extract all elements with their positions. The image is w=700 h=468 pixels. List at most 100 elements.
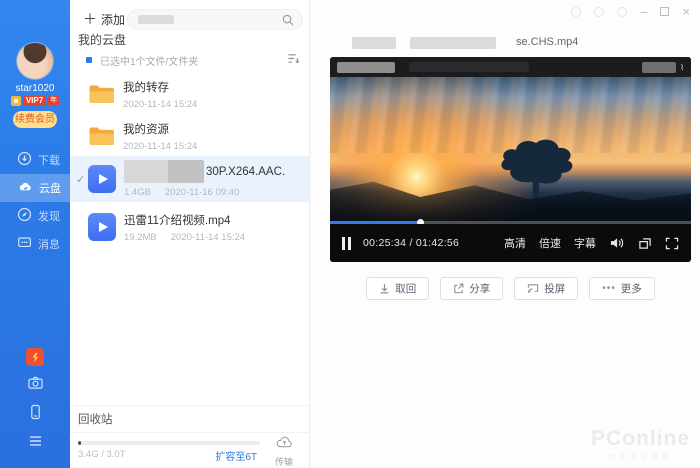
hamburger-menu-icon[interactable]	[28, 434, 43, 452]
search-input[interactable]	[127, 9, 303, 30]
file-row-video-intro[interactable]: 迅雷11介绍视频.mp4 19.2MB 2020-11-14 15:24	[70, 204, 309, 250]
watermark-brand: PConline	[591, 427, 690, 451]
promo-live-icon[interactable]	[26, 348, 44, 366]
share-button[interactable]: 分享	[440, 277, 503, 300]
storage-progress-bar	[78, 441, 260, 445]
watermark: PConline 太平洋电脑网	[591, 427, 690, 462]
sidebar-item-download[interactable]: 下载	[0, 146, 70, 174]
add-button-label: 添加	[101, 11, 125, 28]
file-name: 我的转存	[123, 79, 197, 95]
subtitles-button[interactable]: 字幕	[574, 235, 596, 251]
renew-membership-button[interactable]: 续费会员	[13, 111, 57, 128]
storage-used-text: 3.4G / 3.0T	[78, 449, 126, 460]
selection-status-row: 已选中1个文件/文件夹	[70, 51, 309, 69]
file-size: 1.4GB	[124, 187, 151, 198]
action-label: 投屏	[544, 281, 565, 296]
censored-search-placeholder	[138, 15, 174, 24]
file-panel: ＋ 添加 我的云盘 已选中1个文件/文件夹 我的转存 2020-11-14 15…	[70, 0, 310, 468]
cloud-icon	[17, 179, 33, 197]
retrieve-button[interactable]: 取回	[366, 277, 429, 300]
section-title: 我的云盘	[78, 31, 126, 48]
mini-window-icon[interactable]	[638, 237, 652, 250]
sidebar-item-label: 发现	[38, 208, 60, 224]
message-icon	[17, 235, 32, 253]
video-filename: se.CHS.mp4	[516, 36, 578, 48]
file-row-video-selected[interactable]: ✓ 30P.X264.AAC. 1.4GB 2020-11-16 09:40	[70, 156, 309, 202]
skin-icon[interactable]	[571, 7, 581, 17]
app-window: star1020 VIP7 年 续费会员 下载 云盘 发现 消息	[0, 0, 700, 468]
file-date: 2020-11-14 15:24	[171, 232, 245, 243]
maximize-icon[interactable]	[660, 7, 669, 16]
hd-quality-button[interactable]: 高清	[504, 235, 526, 251]
transfer-button[interactable]: 传输	[270, 435, 298, 468]
video-thumbnail-play-icon	[88, 165, 116, 193]
plus-icon: ＋	[83, 12, 97, 26]
player-control-bar: 00:25:34 / 01:42:56 高清 倍速 字幕	[330, 224, 691, 262]
main-menu-icon[interactable]	[617, 7, 627, 17]
player-top-bar: ⌇	[330, 57, 691, 77]
folder-icon	[88, 83, 115, 105]
sidebar-tools	[0, 348, 70, 452]
cast-icon	[527, 283, 539, 294]
camera-icon[interactable]	[27, 375, 44, 395]
storage-fill	[78, 441, 81, 445]
vip-badge-row[interactable]: VIP7 年	[0, 96, 70, 106]
username: star1020	[0, 83, 70, 94]
recycle-bin-label: 回收站	[78, 411, 113, 427]
vip-crown-icon	[11, 96, 21, 106]
playback-speed-button[interactable]: 倍速	[539, 235, 561, 251]
file-name: 我的资源	[123, 121, 197, 137]
cast-screen-button[interactable]: 投屏	[514, 277, 578, 300]
censored-player-badge	[642, 62, 676, 73]
download-arrow-icon	[379, 283, 390, 294]
close-icon[interactable]: ×	[682, 5, 690, 18]
add-button[interactable]: ＋ 添加	[83, 8, 125, 30]
download-circle-icon	[17, 151, 32, 169]
selection-indicator	[86, 57, 92, 63]
sort-list-icon[interactable]	[287, 51, 300, 69]
recycle-bin-row[interactable]: 回收站	[70, 406, 309, 433]
censored-title-block	[352, 37, 396, 49]
sidebar-item-cloud[interactable]: 云盘	[0, 174, 70, 202]
fullscreen-icon[interactable]	[665, 237, 679, 250]
sidebar-item-messages[interactable]: 消息	[0, 230, 70, 258]
sidebar: star1020 VIP7 年 续费会员 下载 云盘 发现 消息	[0, 0, 70, 468]
file-row-folder-resources[interactable]: 我的资源 2020-11-14 15:24	[70, 114, 309, 158]
minimize-icon[interactable]: –	[640, 5, 647, 18]
pause-button[interactable]	[342, 237, 351, 250]
video-frame-sunset	[330, 77, 691, 224]
file-date: 2020-11-16 09:40	[165, 187, 239, 198]
video-thumbnail-play-icon	[88, 213, 116, 241]
video-player[interactable]: ⌇ 00:25:34 / 01:42:56 高清 倍速 字幕	[330, 57, 691, 262]
selection-text: 已选中1个文件/文件夹	[100, 53, 198, 68]
file-row-folder-transfers[interactable]: 我的转存 2020-11-14 15:24	[70, 72, 309, 116]
file-date: 2020-11-14 15:24	[123, 99, 197, 110]
transfer-label: 传输	[270, 455, 298, 468]
vip-year-tag: 年	[48, 96, 59, 106]
more-dots-icon: •••	[602, 284, 616, 294]
action-label: 更多	[621, 281, 642, 296]
sidebar-item-discover[interactable]: 发现	[0, 202, 70, 230]
window-controls: – ×	[571, 5, 690, 18]
censored-filename-block	[124, 160, 204, 183]
check-icon: ✓	[76, 173, 88, 186]
playback-time: 00:25:34 / 01:42:56	[363, 237, 459, 249]
expand-storage-link[interactable]: 扩容至6T	[215, 448, 257, 463]
mobile-icon[interactable]	[29, 404, 42, 425]
folder-icon	[88, 125, 115, 147]
sidebar-nav: 下载 云盘 发现 消息	[0, 146, 70, 258]
transfer-cloud-icon	[275, 435, 294, 449]
file-size: 19.2MB	[124, 232, 157, 243]
player-topbar-icon: ⌇	[680, 63, 684, 72]
share-icon	[453, 283, 464, 294]
sidebar-item-label: 下载	[38, 152, 60, 168]
censored-player-title	[409, 62, 529, 72]
preview-panel: – × se.CHS.mp4 ⌇	[310, 0, 700, 468]
settings-icon[interactable]	[594, 7, 604, 17]
file-name: 迅雷11介绍视频.mp4	[124, 212, 245, 228]
user-avatar[interactable]	[17, 43, 53, 79]
more-button[interactable]: ••• 更多	[589, 277, 655, 300]
censored-player-title	[337, 62, 395, 73]
volume-icon[interactable]	[609, 236, 625, 250]
file-name-visible: 30P.X264.AAC.	[206, 166, 285, 178]
